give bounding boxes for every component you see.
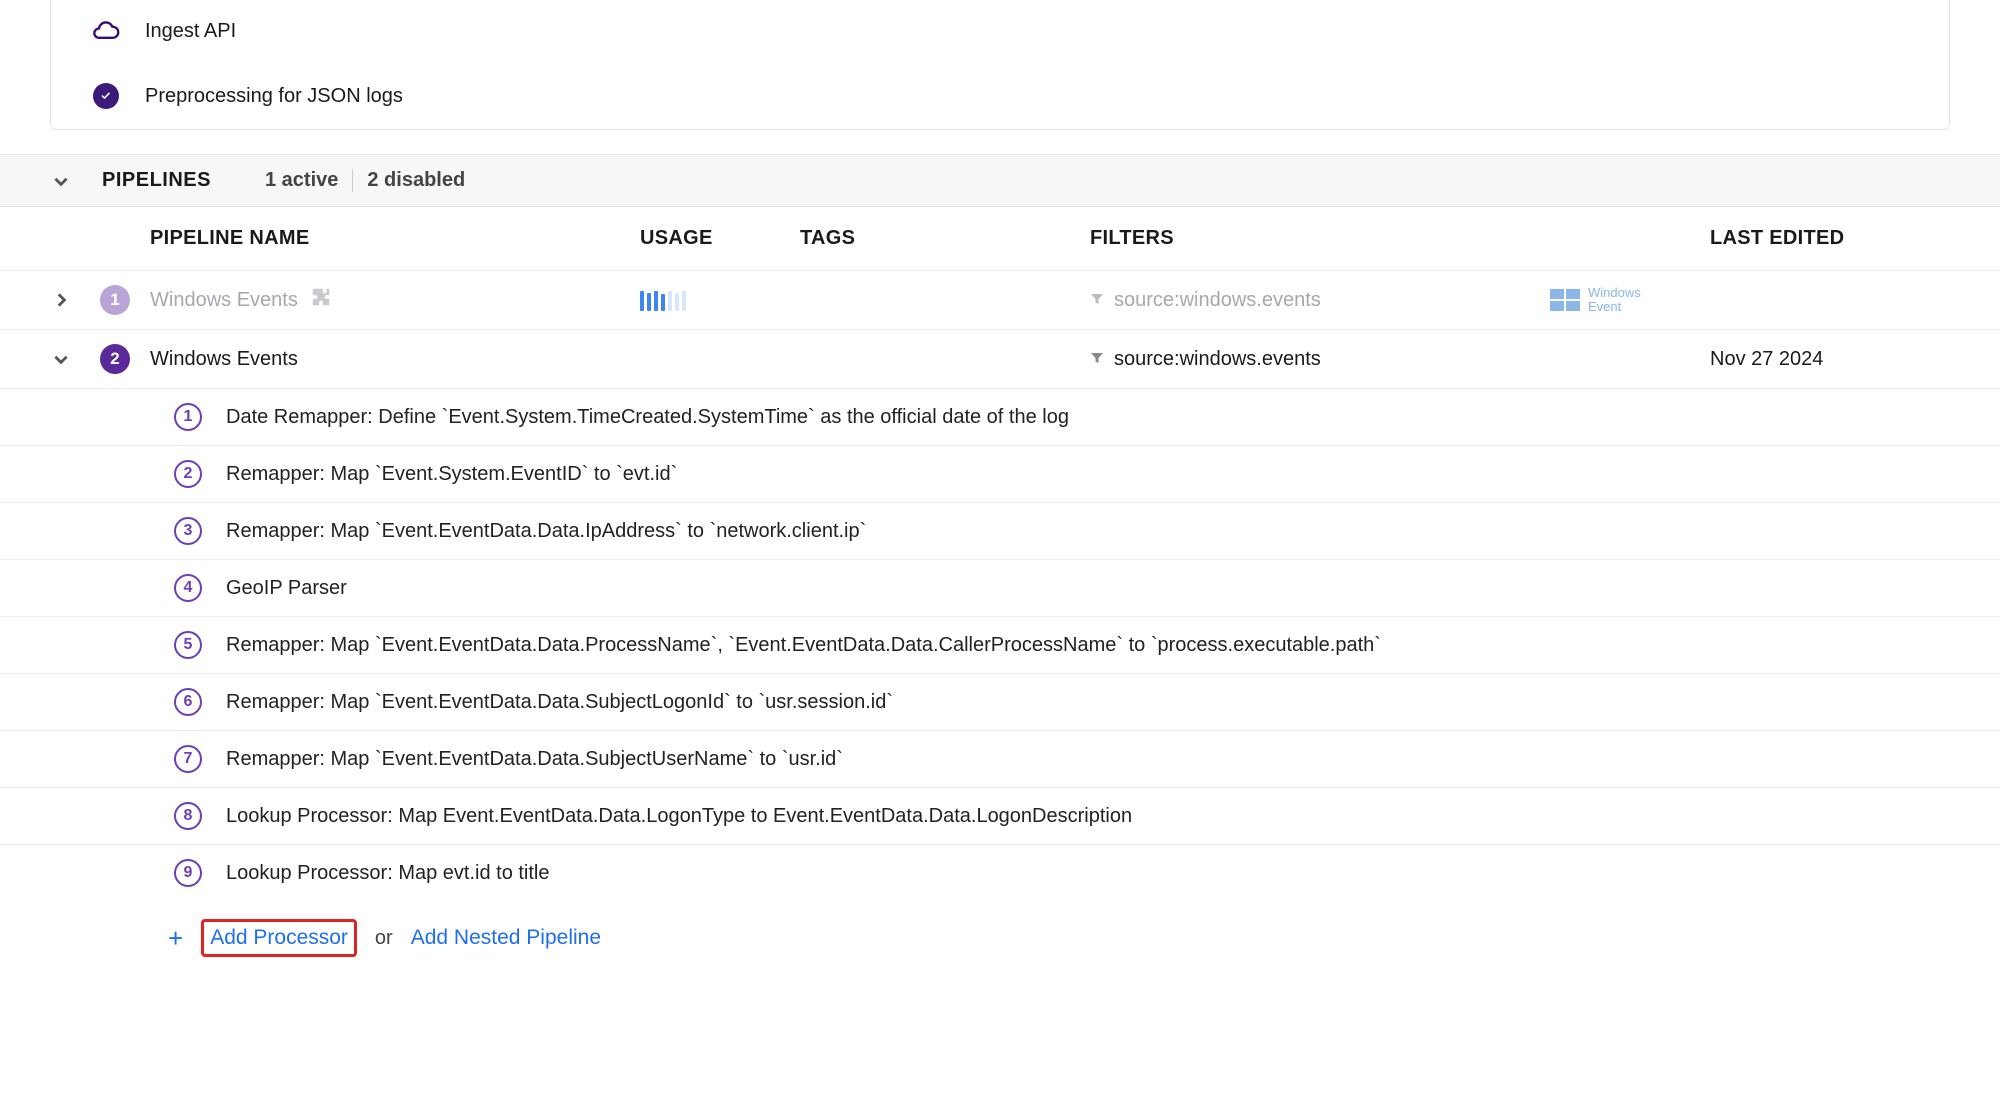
- processor-row[interactable]: 2 Remapper: Map `Event.System.EventID` t…: [0, 445, 2000, 502]
- processor-text: Lookup Processor: Map Event.EventData.Da…: [226, 805, 1132, 828]
- filter-icon: [1090, 289, 1104, 312]
- ingest-api-row[interactable]: Ingest API: [51, 0, 1949, 63]
- processor-number: 6: [174, 688, 202, 716]
- col-filters: FILTERS: [1090, 227, 1550, 250]
- processor-row[interactable]: 4 GeoIP Parser: [0, 559, 2000, 616]
- or-text: or: [375, 927, 393, 950]
- processor-text: Date Remapper: Define `Event.System.Time…: [226, 406, 1069, 429]
- win-label-2: Event: [1588, 300, 1641, 314]
- last-edited: Nov 27 2024: [1710, 348, 1950, 371]
- integration-logo: Windows Event: [1550, 286, 1710, 315]
- columns-header: PIPELINE NAME USAGE TAGS FILTERS LAST ED…: [0, 207, 2000, 270]
- processor-number: 4: [174, 574, 202, 602]
- processor-row[interactable]: 1 Date Remapper: Define `Event.System.Ti…: [0, 388, 2000, 445]
- pipeline-row-2[interactable]: 2 Windows Events source:windows.events N…: [0, 329, 2000, 388]
- pipeline-row-1[interactable]: 1 Windows Events source:windows.events W…: [0, 270, 2000, 329]
- pipelines-header: PIPELINES 1 active 2 disabled: [0, 154, 2000, 207]
- pipeline-number-badge: 2: [100, 344, 130, 374]
- preproc-label: Preprocessing for JSON logs: [145, 85, 403, 108]
- collapse-chevron[interactable]: [50, 172, 72, 190]
- processor-number: 8: [174, 802, 202, 830]
- processor-text: Remapper: Map `Event.EventData.Data.Proc…: [226, 634, 1381, 657]
- disabled-count: 2 disabled: [367, 169, 465, 191]
- processor-text: Remapper: Map `Event.EventData.Data.IpAd…: [226, 520, 866, 543]
- processor-text: GeoIP Parser: [226, 577, 347, 600]
- add-nested-pipeline-button[interactable]: Add Nested Pipeline: [411, 926, 601, 950]
- col-usage: USAGE: [640, 227, 800, 250]
- processor-number: 5: [174, 631, 202, 659]
- processor-number: 1: [174, 403, 202, 431]
- windows-icon: [1550, 289, 1580, 311]
- pipeline-number-badge: 1: [100, 285, 130, 315]
- processor-row[interactable]: 3 Remapper: Map `Event.EventData.Data.Ip…: [0, 502, 2000, 559]
- processor-number: 7: [174, 745, 202, 773]
- active-count: 1 active: [265, 169, 338, 191]
- processor-number: 2: [174, 460, 202, 488]
- col-tags: TAGS: [800, 227, 1090, 250]
- filter-icon: [1090, 348, 1104, 371]
- processor-text: Remapper: Map `Event.EventData.Data.Subj…: [226, 691, 893, 714]
- processor-row[interactable]: 7 Remapper: Map `Event.EventData.Data.Su…: [0, 730, 2000, 787]
- collapse-chevron[interactable]: [50, 350, 72, 368]
- processor-text: Lookup Processor: Map evt.id to title: [226, 862, 550, 885]
- pipeline-status-group: 1 active 2 disabled: [251, 169, 479, 192]
- filter-text: source:windows.events: [1114, 289, 1321, 312]
- processor-text: Remapper: Map `Event.EventData.Data.Subj…: [226, 748, 843, 771]
- pipeline-name: Windows Events: [150, 348, 298, 371]
- usage-sparkline: [640, 289, 800, 311]
- processor-number: 3: [174, 517, 202, 545]
- ingest-api-label: Ingest API: [145, 20, 236, 43]
- processor-row[interactable]: 6 Remapper: Map `Event.EventData.Data.Su…: [0, 673, 2000, 730]
- win-label-1: Windows: [1588, 286, 1641, 300]
- add-row: + Add Processor or Add Nested Pipeline: [0, 901, 2000, 987]
- preproc-row[interactable]: Preprocessing for JSON logs: [51, 63, 1949, 129]
- col-pipeline-name: PIPELINE NAME: [150, 227, 640, 250]
- processor-row[interactable]: 8 Lookup Processor: Map Event.EventData.…: [0, 787, 2000, 844]
- cloud-icon: [91, 21, 121, 43]
- processor-text: Remapper: Map `Event.System.EventID` to …: [226, 463, 677, 486]
- processor-row[interactable]: 5 Remapper: Map `Event.EventData.Data.Pr…: [0, 616, 2000, 673]
- add-processor-button[interactable]: Add Processor: [201, 919, 357, 957]
- integration-icon: [310, 286, 332, 314]
- pipelines-label: PIPELINES: [102, 169, 211, 192]
- filter-text: source:windows.events: [1114, 348, 1321, 371]
- pipeline-name: Windows Events: [150, 289, 298, 312]
- processor-row[interactable]: 9 Lookup Processor: Map evt.id to title: [0, 844, 2000, 901]
- processor-number: 9: [174, 859, 202, 887]
- check-circle-icon: [91, 83, 121, 109]
- ingest-section: Ingest API Preprocessing for JSON logs: [50, 0, 1950, 130]
- col-last-edited: LAST EDITED: [1710, 227, 1950, 250]
- expand-chevron[interactable]: [50, 291, 72, 309]
- plus-icon: +: [168, 923, 183, 954]
